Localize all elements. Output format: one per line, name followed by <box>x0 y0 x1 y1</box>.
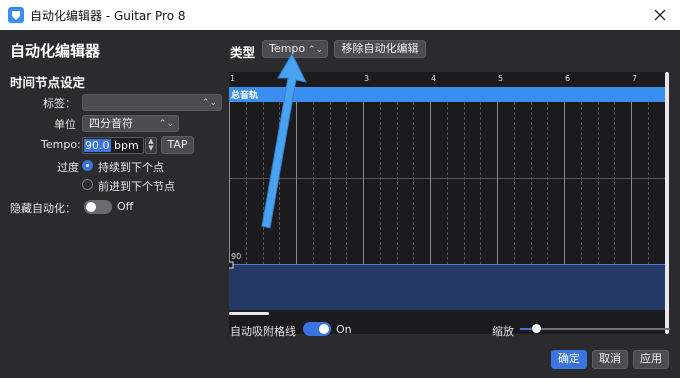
transition-option-continue: 持续到下个点 <box>98 161 164 174</box>
tag-label: 标签： <box>43 97 76 110</box>
zoom-slider-track[interactable] <box>520 328 670 330</box>
snap-state: On <box>336 323 352 336</box>
tempo-label: Tempo: <box>41 138 81 151</box>
chevron-updown-icon: ⌃⌄ <box>158 119 174 129</box>
apply-button[interactable]: 应用 <box>633 350 669 369</box>
vertical-scrollbar-track <box>665 72 669 334</box>
toggle-knob <box>86 202 96 212</box>
close-icon <box>654 9 666 21</box>
measure-number: 3 <box>364 74 370 83</box>
dialog-content: 自动化编辑器 时间节点设定 标签： ⌃⌄ 单位 四分音符 ⌃⌄ Tempo: 9… <box>0 30 680 378</box>
transition-label: 过度 <box>57 161 79 174</box>
title-bar: 自动化编辑器 - Guitar Pro 8 <box>0 0 680 30</box>
unit-select[interactable]: 四分音符 ⌃⌄ <box>82 115 179 132</box>
transition-option-advance: 前进到下个节点 <box>98 180 175 193</box>
tap-button[interactable]: TAP <box>161 136 194 154</box>
measure-number: 4 <box>431 74 437 83</box>
transition-radio-advance[interactable] <box>82 179 93 190</box>
panel-heading: 自动化编辑器 <box>10 42 101 60</box>
measure-number: 7 <box>632 74 638 83</box>
chevron-updown-icon: ⌃⌄ <box>307 45 323 55</box>
tempo-input[interactable]: 90.0 bpm <box>82 137 144 154</box>
arrow-annotation-icon <box>261 52 307 229</box>
ok-button[interactable]: 确定 <box>551 350 587 369</box>
remove-automation-button[interactable]: 移除自动化编辑 <box>334 40 426 58</box>
horizontal-scrollbar[interactable] <box>229 312 269 315</box>
close-button[interactable] <box>648 3 672 27</box>
tag-select[interactable]: ⌃⌄ <box>82 94 222 111</box>
vertical-scrollbar[interactable] <box>665 72 669 334</box>
zoom-slider-knob[interactable] <box>532 324 541 333</box>
toggle-knob <box>319 324 329 334</box>
section-heading: 时间节点设定 <box>10 75 86 90</box>
chevron-updown-icon: ⌃⌄ <box>201 98 217 108</box>
snap-toggle[interactable] <box>303 322 331 336</box>
transition-radio-continue[interactable] <box>82 160 93 171</box>
hide-automation-state: Off <box>117 200 134 213</box>
hide-automation-toggle[interactable] <box>84 200 112 214</box>
measure-number: 6 <box>565 74 571 83</box>
measure-number: 1 <box>230 74 236 83</box>
tempo-unit: bpm <box>110 139 139 152</box>
tempo-value: 90.0 <box>84 139 111 152</box>
tempo-point-value: 90 <box>231 252 242 261</box>
snap-label: 自动吸附格线 <box>230 325 296 338</box>
tempo-point-marker[interactable] <box>229 261 234 269</box>
tempo-stepper[interactable]: ▲ ▼ <box>145 137 157 154</box>
tempo-automation-area <box>229 264 665 310</box>
automation-editor-window: 自动化编辑器 - Guitar Pro 8 自动化编辑器 时间节点设定 标签： … <box>0 0 680 378</box>
cancel-button[interactable]: 取消 <box>592 350 628 369</box>
unit-label: 单位 <box>54 118 76 131</box>
app-icon <box>8 7 24 23</box>
zoom-label: 缩放 <box>492 325 514 338</box>
unit-select-value: 四分音符 <box>89 117 133 130</box>
hide-automation-label: 隐藏自动化： <box>10 202 76 215</box>
measure-number: 5 <box>498 74 504 83</box>
window-title: 自动化编辑器 - Guitar Pro 8 <box>30 8 186 23</box>
